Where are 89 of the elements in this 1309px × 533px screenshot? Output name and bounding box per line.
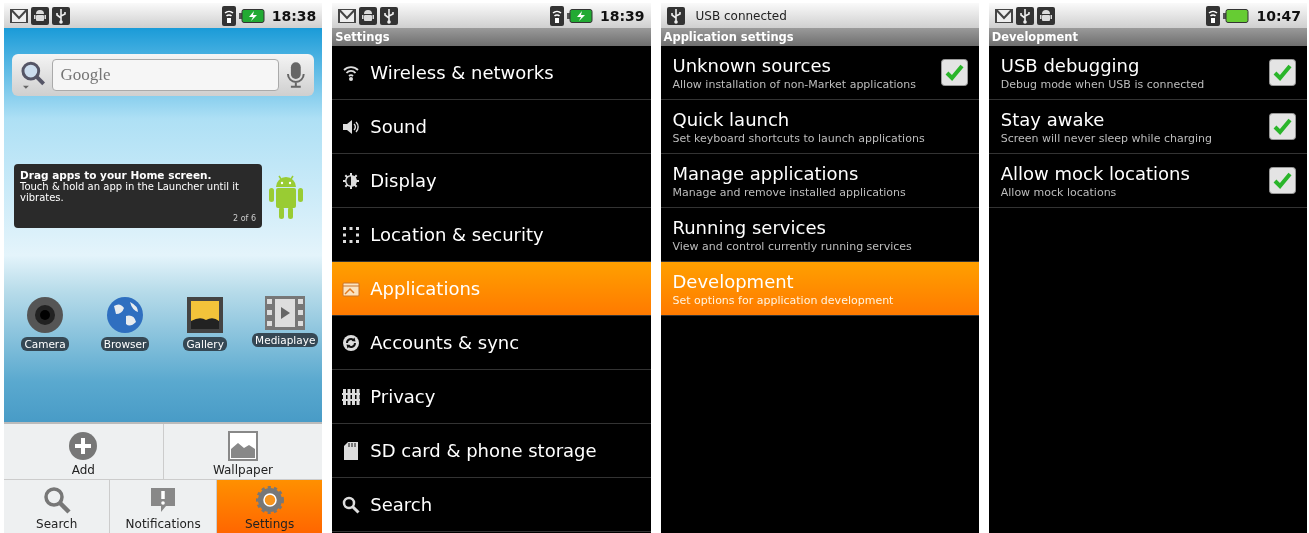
clock: 10:47 xyxy=(1256,7,1301,24)
menu-item[interactable]: Notifications xyxy=(110,480,217,533)
tooltip-page-counter: 2 of 6 xyxy=(233,214,256,223)
category-row[interactable]: Privacy xyxy=(332,370,651,424)
tooltip-text: Touch & hold an app in the Launcher until it vibrates. xyxy=(20,181,240,203)
app-label: Camera xyxy=(21,337,69,351)
status-ticker: USB connected xyxy=(695,8,787,23)
checkbox[interactable] xyxy=(1269,113,1296,140)
android-icon xyxy=(31,6,49,25)
preference-title: Stay awake xyxy=(1000,108,1106,130)
category-row[interactable]: Display xyxy=(332,154,651,208)
wifi-icon xyxy=(221,5,236,26)
preference-title: Quick launch xyxy=(672,108,791,130)
category-row[interactable]: SD card & phone storage xyxy=(332,424,651,478)
preference-title: Allow mock locations xyxy=(1000,162,1191,184)
plus-icon xyxy=(68,431,99,461)
android-icon xyxy=(359,6,378,25)
app-label: Browser xyxy=(100,337,150,351)
mail-icon xyxy=(10,7,28,24)
category-row[interactable]: Wireless & networks xyxy=(332,46,651,100)
preference-summary: Allow installation of non-Market applications xyxy=(672,77,918,91)
search-icon xyxy=(342,495,361,514)
preference-item[interactable]: USB debugging Debug mode when USB is connected xyxy=(988,46,1307,100)
clock: 18:38 xyxy=(271,7,317,24)
app-box-icon xyxy=(342,279,361,298)
usb-icon xyxy=(380,6,399,25)
usb-icon xyxy=(666,6,685,25)
screen-title: Development xyxy=(988,28,1307,46)
preference-item[interactable]: Allow mock locations Allow mock locations xyxy=(988,154,1307,208)
preference-title: Unknown sources xyxy=(672,54,832,76)
speaker-icon xyxy=(342,119,361,134)
brightness-icon xyxy=(342,171,361,190)
app-label: Mediaplaye xyxy=(252,333,319,347)
wifi-icon xyxy=(549,5,564,26)
picture-icon xyxy=(227,431,258,461)
mail-icon xyxy=(338,7,357,24)
preference-item[interactable]: Unknown sources Allow installation of non-Market applications xyxy=(660,46,979,100)
preference-summary: Debug mode when USB is connected xyxy=(1000,77,1206,91)
screen-title: Application settings xyxy=(660,28,979,46)
fence-icon xyxy=(342,387,361,406)
category-row[interactable]: Accounts & sync xyxy=(332,316,651,370)
wifi-icon xyxy=(1206,5,1221,26)
checkbox[interactable] xyxy=(940,59,968,86)
microphone-icon[interactable] xyxy=(284,60,307,90)
app-shortcut[interactable]: Camera xyxy=(10,296,80,351)
grid-icon xyxy=(342,225,361,244)
globe-icon xyxy=(106,296,145,334)
film-strip-icon xyxy=(265,296,306,330)
picture-frame-icon xyxy=(186,296,225,334)
sd-card-icon xyxy=(344,441,359,460)
preference-summary: Manage and remove installed applications xyxy=(672,185,907,199)
preference-summary: View and control currently running services xyxy=(672,239,913,253)
menu-item[interactable]: Add xyxy=(4,424,164,479)
usb-icon xyxy=(1015,6,1034,25)
preference-title: Manage applications xyxy=(672,162,860,184)
mail-icon xyxy=(994,7,1013,24)
wifi-icon xyxy=(342,63,361,82)
tooltip-title: Drag apps to your Home screen. xyxy=(20,169,212,181)
preference-item[interactable]: Quick launch Set keyboard shortcuts to launch applications xyxy=(660,100,979,154)
usb-icon xyxy=(52,6,70,25)
camera-lens-icon xyxy=(26,296,64,334)
preference-title: Development xyxy=(672,270,795,292)
clock: 18:39 xyxy=(599,7,645,24)
sync-icon xyxy=(342,333,361,352)
preference-title: USB debugging xyxy=(1000,54,1141,76)
search-icon xyxy=(41,485,72,515)
app-shortcut[interactable]: Mediaplaye xyxy=(250,296,321,351)
menu-item[interactable]: Search xyxy=(4,480,111,533)
screen-title: Settings xyxy=(332,28,651,46)
search-field[interactable]: Google xyxy=(51,59,279,91)
app-label: Gallery xyxy=(183,337,227,351)
preference-summary: Screen will never sleep while charging xyxy=(1000,131,1213,145)
menu-item[interactable]: Settings xyxy=(216,480,323,533)
category-row[interactable]: Search xyxy=(332,478,651,532)
preference-title: Running services xyxy=(672,216,827,238)
preference-summary: Set options for application development xyxy=(672,293,895,307)
settings-icon xyxy=(254,485,285,515)
app-shortcut[interactable]: Browser xyxy=(90,296,161,351)
preference-item[interactable]: Manage applications Manage and remove installed applications xyxy=(660,154,979,208)
search-icon xyxy=(20,60,46,90)
preference-item[interactable]: Stay awake Screen will never sleep while charging xyxy=(988,100,1307,154)
category-row[interactable]: Sound xyxy=(332,100,651,154)
app-shortcut[interactable]: Gallery xyxy=(170,296,241,351)
checkbox[interactable] xyxy=(1269,167,1296,194)
checkbox[interactable] xyxy=(1269,59,1296,86)
android-icon xyxy=(1036,6,1055,25)
menu-item[interactable]: Wallpaper xyxy=(163,424,323,479)
preference-summary: Set keyboard shortcuts to launch applications xyxy=(672,131,926,145)
preference-summary: Allow mock locations xyxy=(1000,185,1118,199)
